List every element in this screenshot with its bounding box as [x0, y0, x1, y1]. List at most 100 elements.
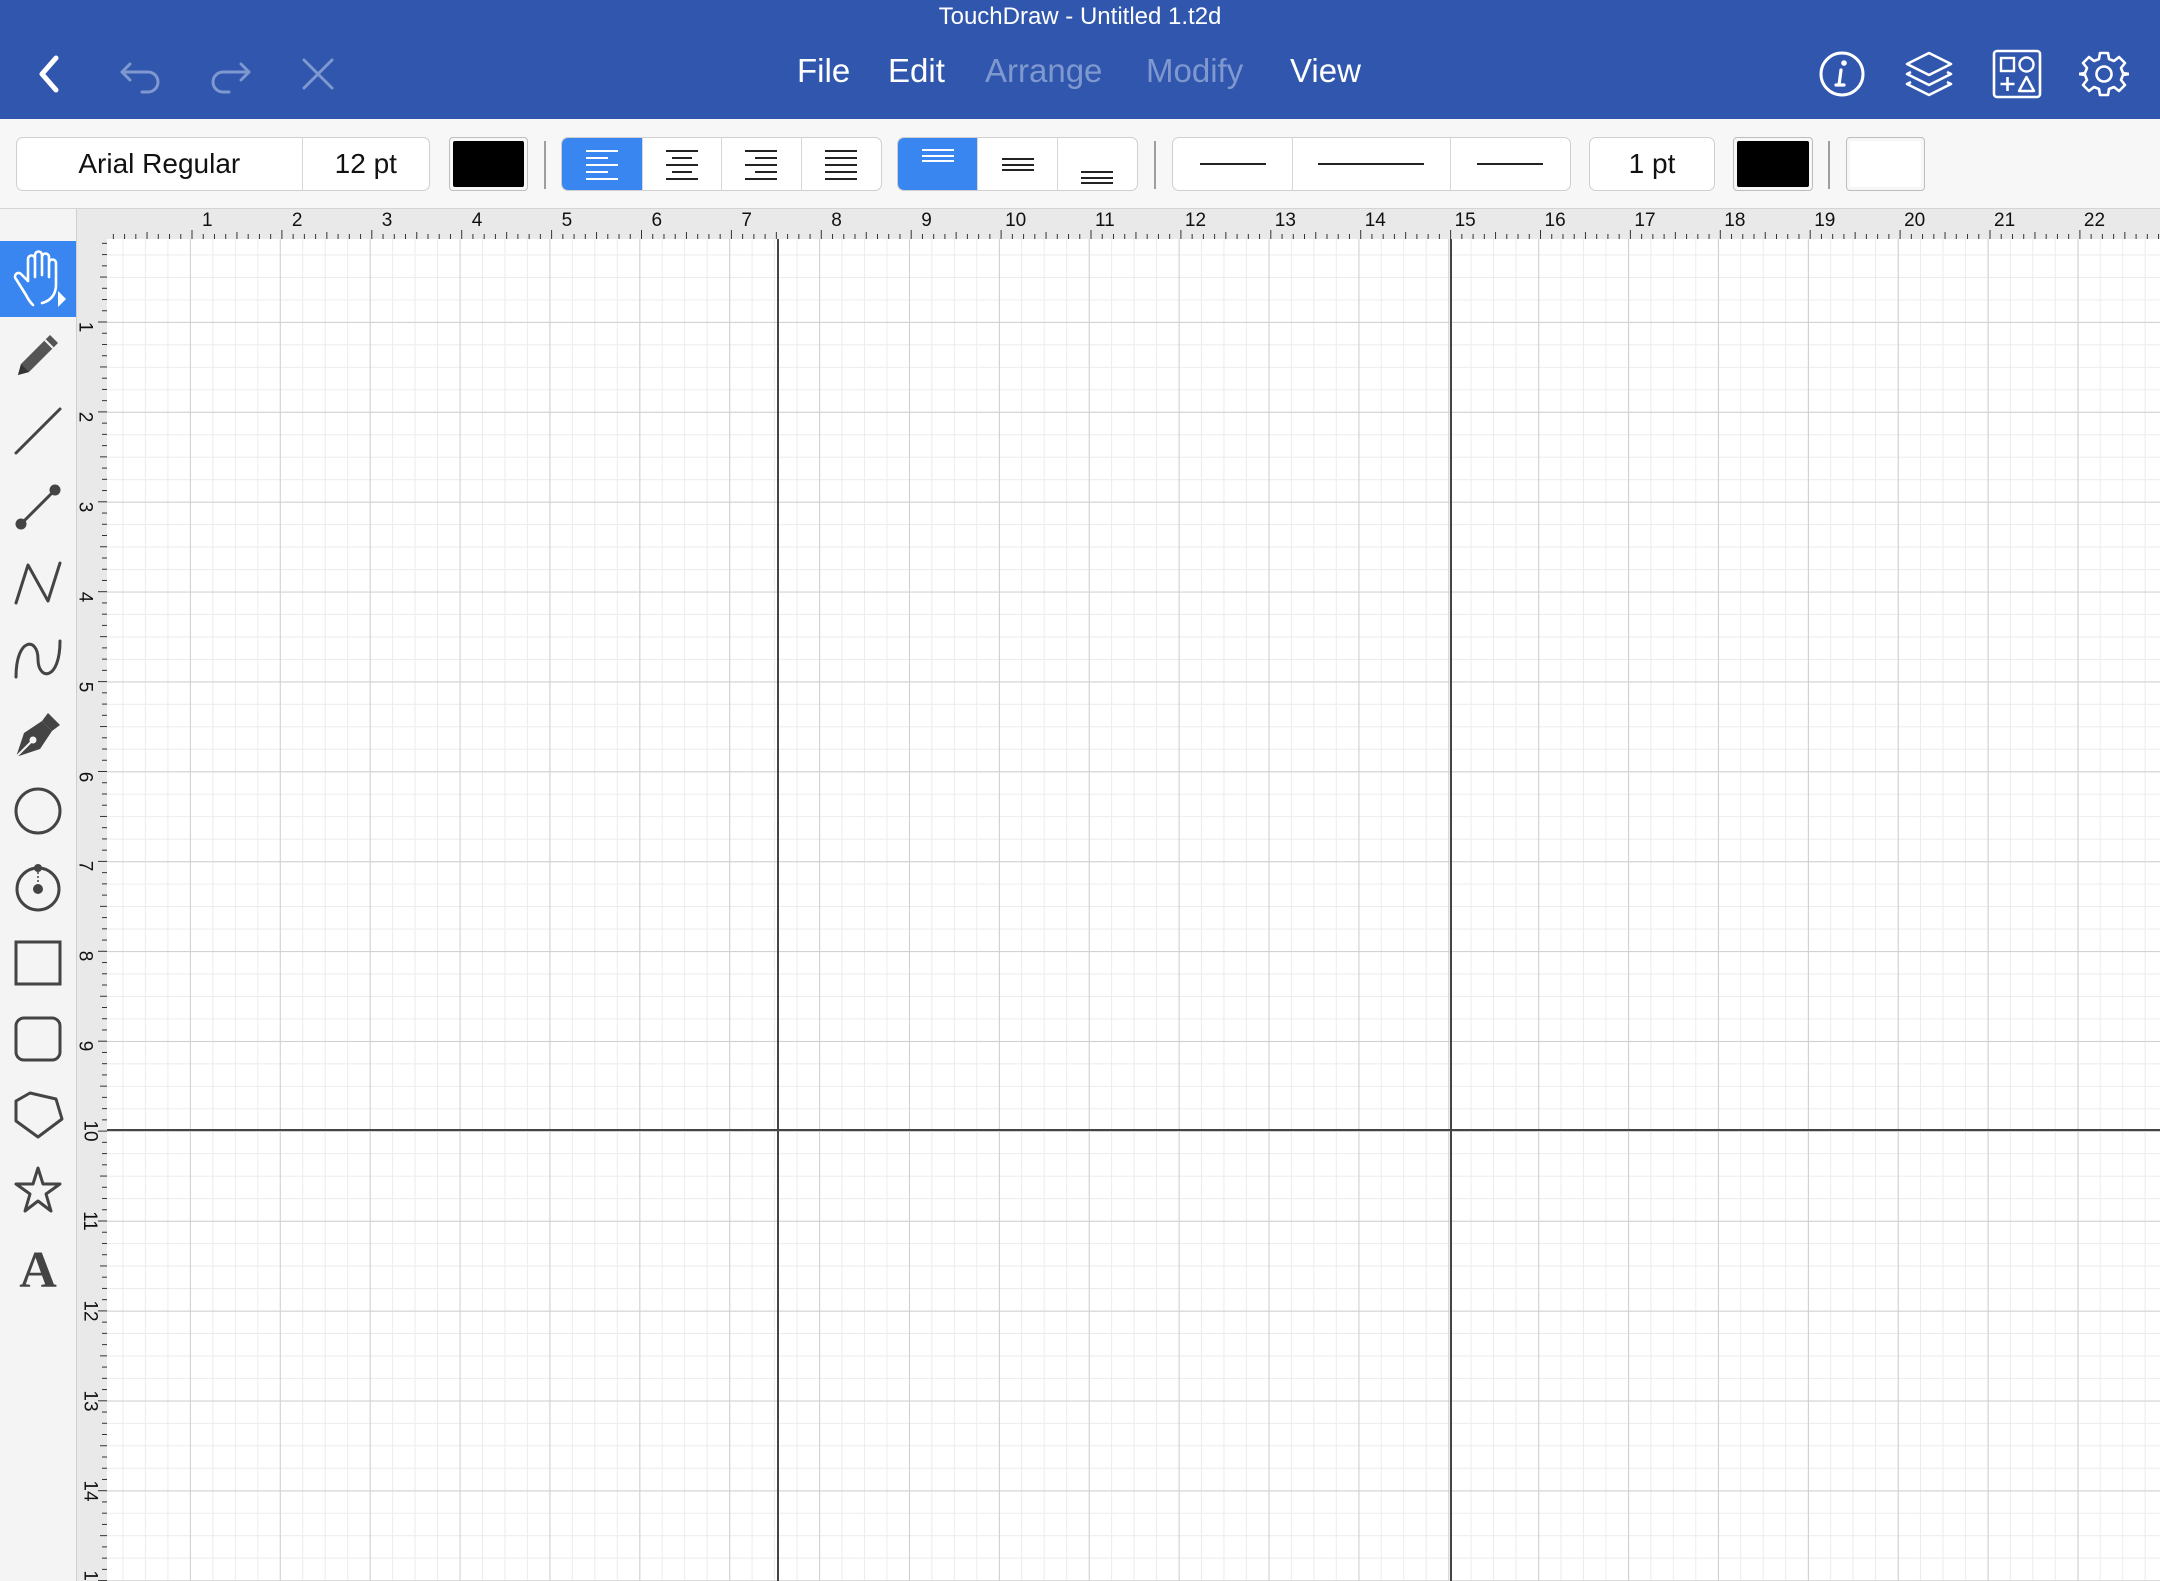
valign-middle-button[interactable]	[977, 138, 1056, 190]
info-button[interactable]	[1813, 47, 1871, 101]
ruler-number: 11	[1095, 210, 1115, 231]
tool-rounded-rectangle[interactable]	[0, 1001, 76, 1077]
vertical-alignment-group	[897, 137, 1138, 191]
text-icon: A	[19, 1242, 57, 1293]
ruler-number: 20	[1904, 210, 1926, 231]
tool-circle-radius[interactable]	[0, 849, 76, 925]
ruler-number: 9	[77, 1041, 95, 1052]
menu-modify[interactable]: Modify	[1146, 52, 1243, 90]
menu-file[interactable]: File	[797, 52, 850, 90]
line-dash-style-button[interactable]	[1292, 138, 1449, 190]
align-right-icon	[745, 150, 778, 180]
ruler-number: 15	[1454, 210, 1476, 231]
vertical-ruler[interactable]: 123456789101112131415	[77, 239, 107, 1581]
ruler-number: 7	[77, 861, 95, 872]
page-break-horizontal	[107, 1129, 2160, 1131]
ruler-number: 22	[2083, 210, 2106, 231]
page-break-vertical	[1450, 239, 1452, 1581]
pencil-icon	[18, 335, 58, 375]
toolbar-divider	[544, 141, 546, 189]
ruler-number: 5	[77, 681, 95, 692]
connector-icon	[15, 484, 61, 530]
ruler-number: 3	[381, 210, 393, 231]
ruler-number: 10	[79, 1120, 101, 1142]
shapes-library-button[interactable]	[1988, 47, 2046, 101]
tool-pen[interactable]	[0, 697, 76, 773]
tool-polygon[interactable]	[0, 1077, 76, 1153]
tool-rectangle[interactable]	[0, 925, 76, 1001]
hand-pointer-icon	[13, 250, 66, 307]
align-justify-icon	[825, 150, 858, 180]
horizontal-ruler[interactable]: 1 2 3 4 5 6 7 8 9 10 11 12 13 14 15 16 17 18 19 20 21 22	[77, 209, 2160, 239]
tool-pencil[interactable]	[0, 317, 76, 393]
line-width-selector: 1 pt	[1589, 137, 1715, 191]
valign-top-icon	[921, 149, 954, 162]
redo-button[interactable]	[201, 47, 259, 101]
ruler-number: 1	[202, 210, 213, 231]
line-width-field[interactable]: 1 pt	[1590, 138, 1714, 190]
ruler-number: 11	[78, 1211, 100, 1231]
align-center-button[interactable]	[641, 138, 722, 190]
ruler-number: 13	[79, 1390, 101, 1412]
menu-arrange[interactable]: Arrange	[985, 52, 1102, 90]
tool-curve[interactable]	[0, 621, 76, 697]
ruler-number: 2	[77, 412, 95, 423]
tool-star[interactable]	[0, 1153, 76, 1229]
ruler-number: 3	[77, 502, 95, 513]
ruler-number: 10	[1005, 210, 1027, 231]
ruler-number: 17	[1634, 210, 1656, 231]
ruler-number: 19	[1814, 210, 1836, 231]
settings-button[interactable]	[2075, 47, 2133, 101]
back-icon	[39, 55, 59, 93]
undo-button[interactable]	[112, 47, 170, 101]
shapes-library-icon	[1992, 49, 2042, 99]
fill-color-swatch[interactable]	[1846, 137, 1925, 191]
ruler-number: 12	[79, 1300, 101, 1322]
align-left-button[interactable]	[562, 138, 642, 190]
drawing-canvas[interactable]	[107, 239, 2160, 1581]
circle-radius-icon	[15, 864, 61, 912]
ruler-number: 18	[1724, 210, 1746, 231]
stroke-color-swatch[interactable]	[1733, 137, 1813, 191]
curve-icon	[14, 639, 62, 679]
align-right-button[interactable]	[721, 138, 801, 190]
tool-ellipse[interactable]	[0, 773, 76, 849]
rectangle-icon	[14, 940, 62, 986]
touchdraw-app: TouchDraw - Untitled 1.t2d File Edit Arr…	[0, 0, 2160, 1581]
tool-select[interactable]	[0, 241, 76, 317]
font-selector: Arial Regular 12 pt	[16, 137, 430, 191]
valign-bottom-icon	[1081, 171, 1114, 184]
menu-view[interactable]: View	[1290, 52, 1361, 90]
text-color-swatch[interactable]	[449, 137, 528, 191]
ruler-number: 6	[77, 771, 95, 782]
tool-line[interactable]	[0, 393, 76, 469]
ruler-number: 2	[291, 210, 303, 231]
tool-connector[interactable]	[0, 469, 76, 545]
ruler-number: 6	[651, 210, 663, 231]
align-center-icon	[665, 150, 698, 180]
ruler-number: 12	[1184, 210, 1207, 231]
line-start-style-button[interactable]	[1173, 138, 1292, 190]
valign-top-button[interactable]	[898, 138, 978, 190]
tool-polyline[interactable]	[0, 545, 76, 621]
font-size-field[interactable]: 12 pt	[301, 138, 429, 190]
line-dash-style-icon	[1318, 163, 1425, 165]
menu-edit[interactable]: Edit	[888, 52, 945, 90]
valign-bottom-button[interactable]	[1056, 138, 1137, 190]
tool-palette: A	[0, 209, 77, 1581]
layers-button[interactable]	[1900, 47, 1958, 101]
line-end-style-button[interactable]	[1449, 138, 1570, 190]
font-name-field[interactable]: Arial Regular	[17, 138, 302, 190]
cancel-button[interactable]	[289, 47, 347, 101]
align-justify-button[interactable]	[800, 138, 882, 190]
ruler-number: 15	[79, 1570, 101, 1581]
ruler-number: 7	[741, 210, 752, 231]
back-button[interactable]	[20, 47, 78, 101]
line-start-style-icon	[1199, 163, 1266, 165]
ruler-number: 13	[1274, 210, 1296, 231]
ruler-number: 5	[561, 210, 573, 231]
text-alignment-group	[561, 137, 882, 191]
top-navigation-bar: TouchDraw - Untitled 1.t2d File Edit Arr…	[0, 0, 2160, 119]
toolbar-divider	[1828, 141, 1830, 189]
tool-text[interactable]: A	[0, 1229, 76, 1305]
